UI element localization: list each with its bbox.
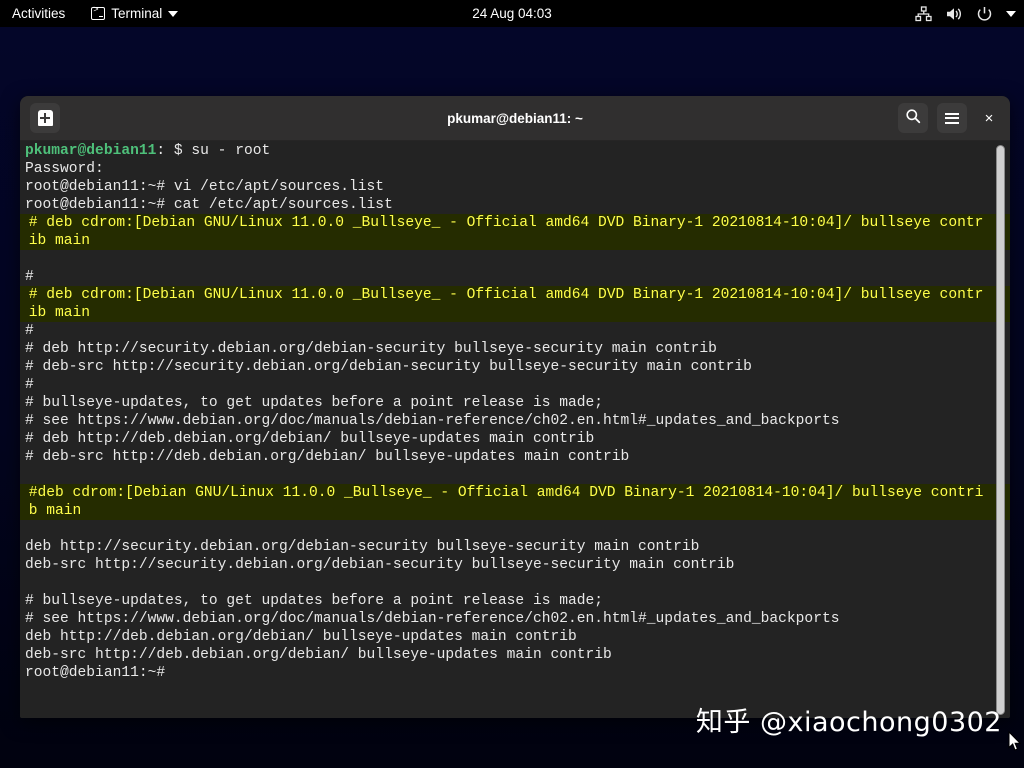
window-title: pkumar@debian11: ~ (20, 111, 1010, 126)
mouse-cursor (1008, 731, 1022, 753)
chevron-down-icon (168, 11, 178, 17)
terminal-line: ib main (20, 232, 988, 250)
hamburger-icon (945, 113, 959, 124)
titlebar-actions: × (898, 103, 1002, 133)
terminal-window: pkumar@debian11: ~ × pkumar@debian1 (20, 96, 1010, 718)
terminal-line: #deb cdrom:[Debian GNU/Linux 11.0.0 _Bul… (20, 484, 988, 502)
terminal-line: ib main (20, 304, 988, 322)
scrollbar-thumb[interactable] (996, 145, 1005, 715)
terminal-line (20, 466, 988, 484)
terminal-line: deb-src http://deb.debian.org/debian/ bu… (20, 646, 988, 664)
terminal-line: # deb-src http://deb.debian.org/debian/ … (20, 448, 988, 466)
terminal-line: deb-src http://security.debian.org/debia… (20, 556, 988, 574)
new-tab-button[interactable] (30, 103, 60, 133)
highlighted-text: # deb cdrom:[Debian GNU/Linux 11.0.0 _Bu… (20, 286, 1010, 304)
terminal-output: pkumar@debian11: $ su - rootPassword:roo… (20, 142, 988, 682)
volume-icon (945, 6, 963, 22)
activities-button[interactable]: Activities (0, 0, 75, 27)
terminal-line (20, 520, 988, 538)
highlighted-text: #deb cdrom:[Debian GNU/Linux 11.0.0 _Bul… (20, 484, 1010, 502)
terminal-line (20, 574, 988, 592)
terminal-line: # bullseye-updates, to get updates befor… (20, 394, 988, 412)
terminal-line: # bullseye-updates, to get updates befor… (20, 592, 988, 610)
highlighted-text: ib main (20, 232, 1010, 250)
terminal-line: # see https://www.debian.org/doc/manuals… (20, 610, 988, 628)
terminal-line: # deb cdrom:[Debian GNU/Linux 11.0.0 _Bu… (20, 214, 988, 232)
terminal-line: Password: (20, 160, 988, 178)
terminal-icon (91, 7, 105, 20)
new-tab-icon (38, 110, 53, 126)
terminal-line: root@debian11:~# vi /etc/apt/sources.lis… (20, 178, 988, 196)
watermark: 知乎 @xiaochong0302 (696, 700, 1002, 739)
gnome-top-bar: Activities Terminal 24 Aug 04:03 (0, 0, 1024, 27)
prompt-command: : $ su - root (156, 143, 270, 159)
app-menu-label: Terminal (111, 6, 162, 21)
terminal-line: deb http://security.debian.org/debian-se… (20, 538, 988, 556)
app-menu-terminal[interactable]: Terminal (91, 6, 178, 21)
terminal-line: pkumar@debian11: $ su - root (20, 142, 988, 160)
terminal-line: # deb http://deb.debian.org/debian/ bull… (20, 430, 988, 448)
desktop: Activities Terminal 24 Aug 04:03 (0, 0, 1024, 768)
highlighted-text: b main (20, 502, 1010, 520)
terminal-scrollbar[interactable] (995, 145, 1006, 715)
menu-button[interactable] (937, 103, 967, 133)
terminal-line (20, 250, 988, 268)
prompt-user-host: pkumar@debian11 (25, 143, 156, 159)
terminal-line: # deb http://security.debian.org/debian-… (20, 340, 988, 358)
terminal-line: # deb cdrom:[Debian GNU/Linux 11.0.0 _Bu… (20, 286, 988, 304)
terminal-line: # (20, 322, 988, 340)
terminal-line: # deb-src http://security.debian.org/deb… (20, 358, 988, 376)
highlighted-text: # deb cdrom:[Debian GNU/Linux 11.0.0 _Bu… (20, 214, 1010, 232)
search-button[interactable] (898, 103, 928, 133)
terminal-line: b main (20, 502, 988, 520)
power-icon (976, 6, 993, 22)
search-icon (905, 108, 921, 129)
terminal-line: # (20, 376, 988, 394)
terminal-titlebar[interactable]: pkumar@debian11: ~ × (20, 96, 1010, 141)
highlighted-text: ib main (20, 304, 1010, 322)
system-tray[interactable] (915, 6, 1016, 22)
terminal-line: # see https://www.debian.org/doc/manuals… (20, 412, 988, 430)
close-button[interactable]: × (976, 105, 1002, 131)
terminal-line: deb http://deb.debian.org/debian/ bullse… (20, 628, 988, 646)
terminal-line: # (20, 268, 988, 286)
terminal-body[interactable]: pkumar@debian11: $ su - rootPassword:roo… (20, 141, 1010, 718)
terminal-line: root@debian11:~# (20, 664, 988, 682)
network-icon (915, 6, 932, 22)
terminal-line: root@debian11:~# cat /etc/apt/sources.li… (20, 196, 988, 214)
chevron-down-icon[interactable] (1006, 11, 1016, 17)
